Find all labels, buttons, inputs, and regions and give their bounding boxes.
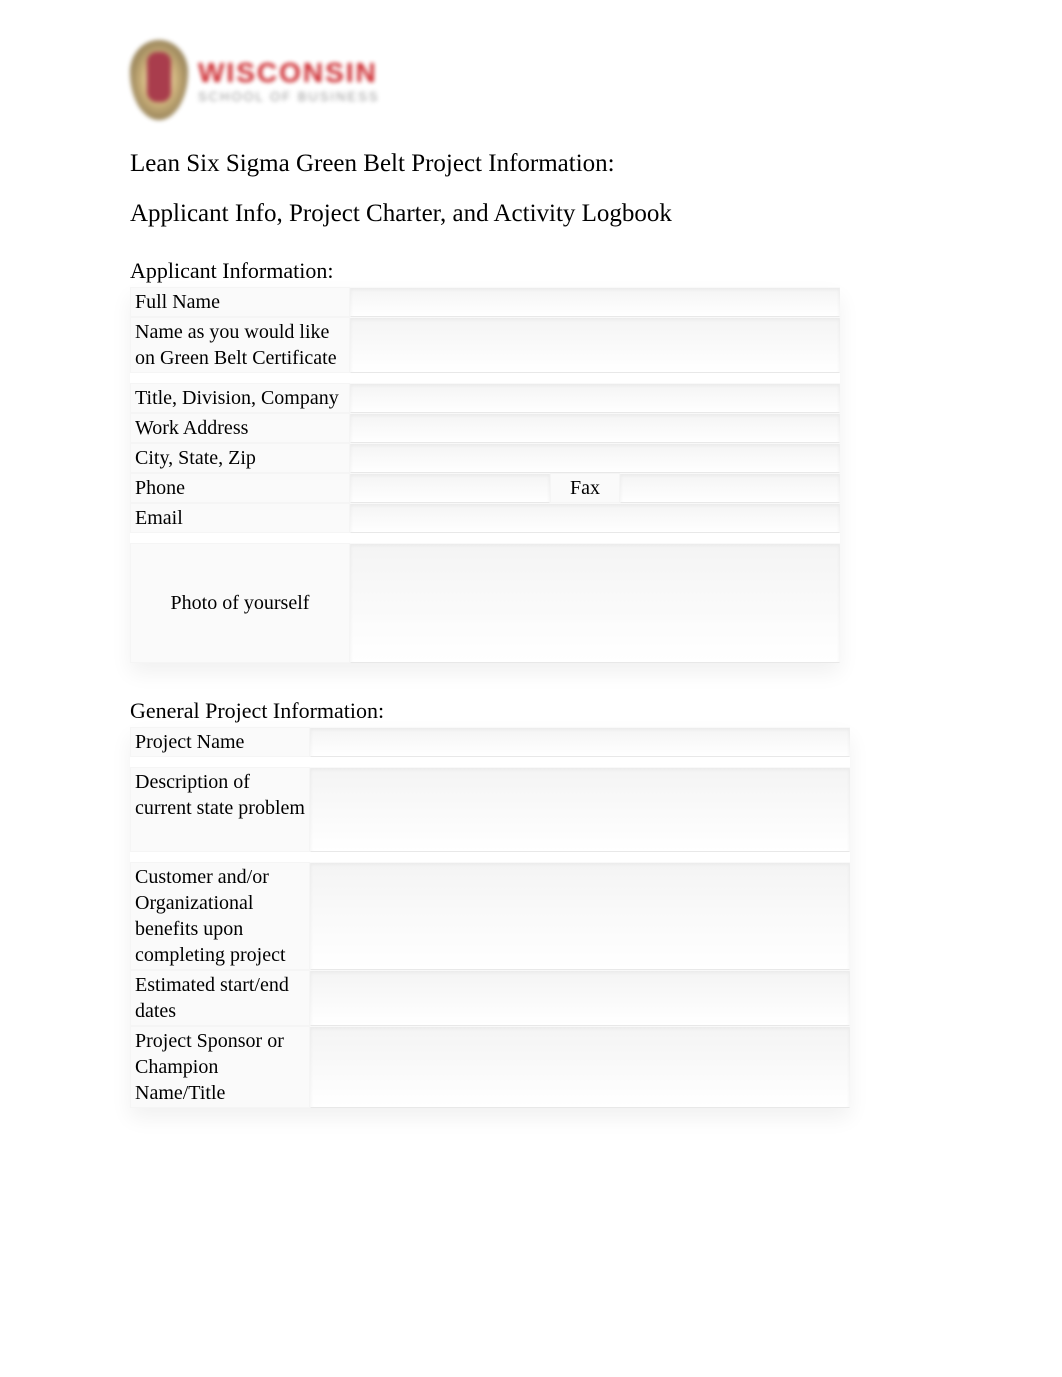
applicant-table: Full Name Name as you would like on Gree… bbox=[130, 287, 840, 663]
title-company-input[interactable] bbox=[350, 383, 840, 413]
spacer bbox=[130, 757, 850, 767]
applicant-section-heading: Applicant Information: bbox=[130, 258, 980, 284]
logo-sub-text: SCHOOL OF BUSINESS bbox=[198, 89, 379, 104]
table-row: Estimated start/end dates bbox=[130, 970, 850, 1026]
table-row: Photo of yourself bbox=[130, 543, 840, 663]
spacer bbox=[130, 533, 840, 543]
logo-text: WISCONSIN SCHOOL OF BUSINESS bbox=[198, 57, 379, 104]
spacer bbox=[130, 373, 840, 383]
table-row: Description of current state problem bbox=[130, 767, 850, 852]
wisconsin-logo: WISCONSIN SCHOOL OF BUSINESS bbox=[130, 40, 980, 120]
project-table: Project Name Description of current stat… bbox=[130, 727, 850, 1108]
fax-input[interactable] bbox=[620, 473, 840, 503]
work-address-label: Work Address bbox=[130, 413, 350, 443]
project-name-input[interactable] bbox=[310, 727, 850, 757]
table-row: Full Name bbox=[130, 287, 840, 317]
full-name-input[interactable] bbox=[350, 287, 840, 317]
title-company-label: Title, Division, Company bbox=[130, 383, 350, 413]
cert-name-input[interactable] bbox=[350, 317, 840, 373]
sponsor-label: Project Sponsor or Champion Name/Title bbox=[130, 1026, 310, 1108]
city-state-zip-input[interactable] bbox=[350, 443, 840, 473]
benefits-input[interactable] bbox=[310, 862, 850, 970]
document-page: WISCONSIN SCHOOL OF BUSINESS Lean Six Si… bbox=[130, 40, 980, 1108]
dates-label: Estimated start/end dates bbox=[130, 970, 310, 1026]
table-row: City, State, Zip bbox=[130, 443, 840, 473]
table-row: Project Name bbox=[130, 727, 850, 757]
table-row: Customer and/or Organizational benefits … bbox=[130, 862, 850, 970]
phone-input[interactable] bbox=[350, 473, 550, 503]
photo-label: Photo of yourself bbox=[130, 543, 350, 663]
description-input[interactable] bbox=[310, 767, 850, 852]
full-name-label: Full Name bbox=[130, 287, 350, 317]
logo-main-text: WISCONSIN bbox=[198, 57, 379, 89]
project-section-heading: General Project Information: bbox=[130, 698, 980, 724]
project-name-label: Project Name bbox=[130, 727, 310, 757]
spacer bbox=[130, 852, 850, 862]
table-row: Title, Division, Company bbox=[130, 383, 840, 413]
photo-input[interactable] bbox=[350, 543, 840, 663]
page-title: Lean Six Sigma Green Belt Project Inform… bbox=[130, 150, 980, 178]
phone-label: Phone bbox=[130, 473, 350, 503]
page-subtitle: Applicant Info, Project Charter, and Act… bbox=[130, 200, 980, 228]
table-row: Phone Fax bbox=[130, 473, 840, 503]
email-input[interactable] bbox=[350, 503, 840, 533]
benefits-label: Customer and/or Organizational benefits … bbox=[130, 862, 310, 970]
work-address-input[interactable] bbox=[350, 413, 840, 443]
logo-shield-icon bbox=[130, 40, 188, 120]
city-state-zip-label: City, State, Zip bbox=[130, 443, 350, 473]
table-row: Email bbox=[130, 503, 840, 533]
table-row: Project Sponsor or Champion Name/Title bbox=[130, 1026, 850, 1108]
table-row: Name as you would like on Green Belt Cer… bbox=[130, 317, 840, 373]
email-label: Email bbox=[130, 503, 350, 533]
dates-input[interactable] bbox=[310, 970, 850, 1026]
table-row: Work Address bbox=[130, 413, 840, 443]
description-label: Description of current state problem bbox=[130, 767, 310, 852]
sponsor-input[interactable] bbox=[310, 1026, 850, 1108]
fax-label: Fax bbox=[550, 473, 620, 503]
cert-name-label: Name as you would like on Green Belt Cer… bbox=[130, 317, 350, 373]
